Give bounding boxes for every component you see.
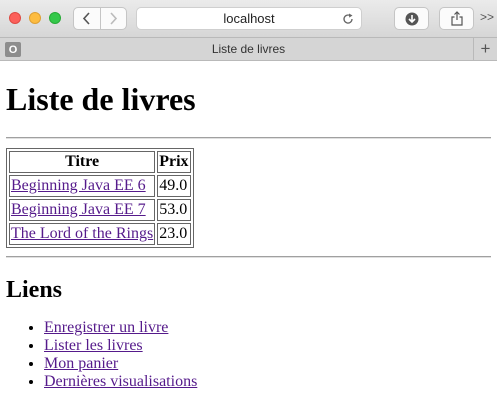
url-text: localhost [223, 11, 275, 26]
forward-button[interactable] [99, 8, 127, 29]
downloads-button[interactable] [394, 7, 429, 30]
list-item: Enregistrer un livre [44, 319, 491, 337]
list-item: Mon panier [44, 355, 491, 373]
download-icon [405, 12, 418, 25]
books-table: Titre Prix Beginning Java EE 6 49.0 Begi… [6, 148, 194, 249]
book-title-cell: Beginning Java EE 7 [9, 199, 156, 222]
table-row: Beginning Java EE 6 49.0 [9, 175, 191, 198]
my-cart-link[interactable]: Mon panier [44, 355, 118, 372]
register-book-link[interactable]: Enregistrer un livre [44, 319, 168, 336]
book-price-cell: 23.0 [157, 223, 191, 246]
maximize-window-button[interactable] [49, 12, 61, 24]
window-titlebar: localhost >> [0, 0, 497, 37]
page-title: Liste de livres [6, 81, 196, 117]
chevron-left-icon [83, 12, 90, 25]
tab-favicon-icon[interactable]: O [5, 42, 21, 57]
table-header-row: Titre Prix [9, 151, 191, 174]
book-price-cell: 49.0 [157, 175, 191, 198]
book-price-cell: 53.0 [157, 199, 191, 222]
divider [6, 256, 491, 259]
new-tab-button[interactable]: + [473, 38, 497, 60]
book-link[interactable]: Beginning Java EE 6 [11, 177, 146, 194]
table-row: Beginning Java EE 7 53.0 [9, 199, 191, 222]
share-icon [450, 11, 463, 26]
reload-icon[interactable] [342, 13, 354, 25]
book-title-cell: Beginning Java EE 6 [9, 175, 156, 198]
column-header-title: Titre [9, 151, 156, 174]
page-content: Liste de livres Titre Prix Beginning Jav… [0, 81, 497, 391]
back-button[interactable] [74, 8, 100, 29]
nav-buttons [73, 7, 127, 30]
tab-title[interactable]: Liste de livres [26, 42, 471, 56]
minimize-window-button[interactable] [29, 12, 41, 24]
close-window-button[interactable] [9, 12, 21, 24]
chevron-right-icon [110, 12, 117, 25]
links-heading: Liens [6, 277, 63, 304]
list-item: Dernières visualisations [44, 373, 491, 391]
book-link[interactable]: The Lord of the Rings [11, 225, 153, 242]
list-item: Lister les livres [44, 337, 491, 355]
book-title-cell: The Lord of the Rings [9, 223, 156, 246]
links-list: Enregistrer un livre Lister les livres M… [6, 319, 491, 391]
recent-views-link[interactable]: Dernières visualisations [44, 373, 197, 390]
overflow-menu-button[interactable]: >> [480, 10, 494, 24]
tab-bar: O Liste de livres + [0, 37, 497, 61]
book-link[interactable]: Beginning Java EE 7 [11, 201, 146, 218]
table-row: The Lord of the Rings 23.0 [9, 223, 191, 246]
column-header-price: Prix [157, 151, 191, 174]
list-books-link[interactable]: Lister les livres [44, 337, 143, 354]
address-bar[interactable]: localhost [136, 7, 362, 30]
share-button[interactable] [439, 7, 474, 30]
divider [6, 137, 491, 140]
